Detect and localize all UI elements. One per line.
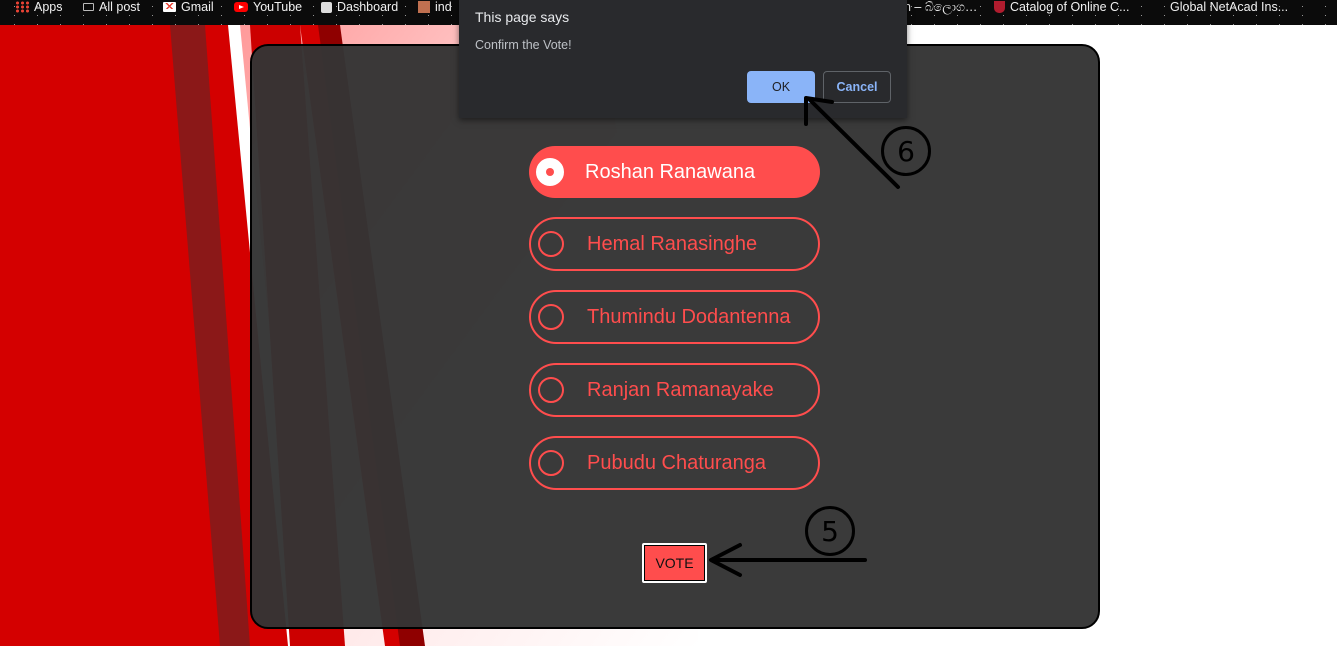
bookmark-label: ind xyxy=(435,0,452,14)
bookmark-label: n – බ්ලොග… xyxy=(904,0,978,14)
dialog-message: Confirm the Vote! xyxy=(475,38,572,52)
cancel-button[interactable]: Cancel xyxy=(823,71,891,103)
step-number-badge: 5 xyxy=(805,506,855,556)
bookmark-label: Global NetAcad Ins... xyxy=(1170,0,1289,14)
candidate-name: Ranjan Ramanayake xyxy=(587,378,774,401)
shield-crest-icon xyxy=(994,1,1005,13)
bookmark-catalog[interactable]: Catalog of Online C... xyxy=(994,0,1130,14)
radio-empty-icon xyxy=(538,450,564,476)
candidate-option[interactable]: Hemal Ranasinghe xyxy=(529,217,820,271)
bookmark-netacad[interactable]: Global NetAcad Ins... xyxy=(1170,0,1288,14)
candidate-name: Hemal Ranasinghe xyxy=(587,232,758,255)
bookmark-dashboard[interactable]: Dashboard xyxy=(321,0,398,14)
bookmark-ind[interactable]: ind xyxy=(418,0,452,14)
vote-button[interactable]: VOTE xyxy=(642,543,707,583)
apps-grid-icon xyxy=(15,1,29,13)
candidate-name: Thumindu Dodantenna xyxy=(587,305,791,328)
bookmark-label: Gmail xyxy=(181,0,214,14)
radio-dot xyxy=(546,168,554,176)
radio-selected-icon xyxy=(536,158,564,186)
candidate-name: Pubudu Chaturanga xyxy=(587,451,767,474)
bookmark-gmail[interactable]: Gmail xyxy=(163,0,214,14)
bookmark-label: YouTube xyxy=(253,0,303,14)
site-icon xyxy=(418,1,430,13)
bookmark-label: Apps xyxy=(34,0,63,14)
bookmark-label: All post xyxy=(99,0,140,14)
youtube-icon xyxy=(234,2,248,12)
radio-empty-icon xyxy=(538,231,564,257)
step-number-badge: 6 xyxy=(881,126,931,176)
confirm-dialog: This page says Confirm the Vote! OK Canc… xyxy=(459,0,907,118)
bookmark-blog[interactable]: n – බ්ලොග… xyxy=(904,0,977,14)
bookmark-apps[interactable]: Apps xyxy=(15,0,63,14)
radio-empty-icon xyxy=(538,377,564,403)
bookmark-label: Catalog of Online C... xyxy=(1010,0,1130,14)
bookmark-youtube[interactable]: YouTube xyxy=(234,0,302,14)
dashboard-icon xyxy=(321,1,332,13)
candidate-option[interactable]: Roshan Ranawana xyxy=(529,146,820,198)
radio-empty-icon xyxy=(538,304,564,330)
bookmark-label: Dashboard xyxy=(337,0,399,14)
monitor-icon xyxy=(83,3,94,11)
candidate-option[interactable]: Pubudu Chaturanga xyxy=(529,436,820,490)
gmail-icon xyxy=(163,2,176,12)
candidate-option[interactable]: Thumindu Dodantenna xyxy=(529,290,820,344)
candidate-option[interactable]: Ranjan Ramanayake xyxy=(529,363,820,417)
dialog-title: This page says xyxy=(475,9,570,25)
bookmark-all-post[interactable]: All post xyxy=(83,0,140,14)
ok-button[interactable]: OK xyxy=(747,71,815,103)
candidate-name: Roshan Ranawana xyxy=(585,160,756,183)
